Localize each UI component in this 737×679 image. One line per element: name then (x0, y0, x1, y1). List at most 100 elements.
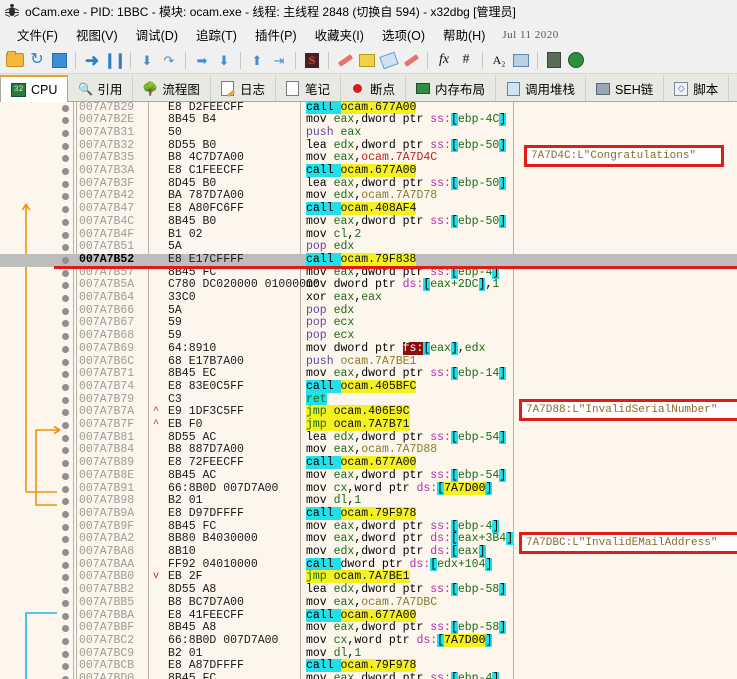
execute-till-return-icon[interactable]: ⬆ (247, 50, 267, 70)
menu-help[interactable]: 帮助(H) (434, 23, 494, 46)
tab-call-stack[interactable]: 调用堆栈 (496, 76, 587, 101)
breakpoints-icon[interactable] (379, 50, 399, 70)
breakpoint-toggle-icon[interactable] (62, 510, 69, 518)
breakpoint-toggle-icon[interactable] (62, 625, 69, 633)
breakpoint-toggle-icon[interactable] (62, 536, 69, 544)
scylla-icon[interactable]: S (302, 50, 322, 70)
breakpoint-toggle-icon[interactable] (62, 460, 69, 468)
trace-into-icon[interactable]: ➡ (192, 50, 212, 70)
breakpoint-toggle-icon[interactable] (62, 193, 69, 201)
breakpoint-toggle-icon[interactable] (62, 434, 69, 442)
hash-icon[interactable]: # (456, 50, 476, 70)
memory-map-icon[interactable] (401, 50, 421, 70)
breakpoint-toggle-icon[interactable] (62, 383, 69, 391)
handles-icon[interactable] (511, 50, 531, 70)
references-icon[interactable]: A₂ (489, 50, 509, 70)
globe-icon[interactable] (566, 50, 586, 70)
breakpoint-toggle-icon[interactable] (62, 256, 69, 264)
restart-icon[interactable]: ↻ (27, 50, 47, 70)
menu-debug[interactable]: 调试(D) (127, 23, 187, 46)
breakpoint-toggle-icon[interactable] (62, 396, 69, 404)
tab-breakpoints[interactable]: 断点 (341, 76, 406, 101)
step-over-icon[interactable]: ↷ (159, 50, 179, 70)
breakpoint-toggle-icon[interactable] (62, 142, 69, 150)
functions-icon[interactable]: fx (434, 50, 454, 70)
breakpoint-toggle-icon[interactable] (62, 269, 69, 277)
log-icon[interactable] (335, 50, 355, 70)
breakpoint-toggle-icon[interactable] (62, 498, 69, 506)
disassembly-row[interactable]: 007A7B51 5A pop edx (0, 240, 737, 254)
calculator-icon[interactable] (544, 50, 564, 70)
breakpoint-toggle-icon[interactable] (62, 574, 69, 582)
breakpoint-toggle-icon[interactable] (62, 663, 69, 671)
breakpoint-toggle-icon[interactable] (62, 345, 69, 353)
menu-favourites[interactable]: 收藏夹(I) (306, 23, 373, 46)
search-icon: 🔍 (77, 81, 93, 96)
breakpoint-toggle-icon[interactable] (62, 523, 69, 531)
notes-icon[interactable] (357, 50, 377, 70)
trace-over-icon[interactable]: ⬇ (214, 50, 234, 70)
breakpoint-toggle-icon[interactable] (62, 206, 69, 214)
breakpoint-toggle-icon[interactable] (62, 320, 69, 328)
breakpoint-toggle-icon[interactable] (62, 155, 69, 163)
disassembly-row[interactable]: 007A7B2E 8B45 B4 mov eax,dword ptr ss:[ebp… (0, 113, 737, 127)
menu-plugins[interactable]: 插件(P) (246, 23, 306, 46)
breakpoint-toggle-icon[interactable] (62, 307, 69, 315)
tab-cpu[interactable]: 32 CPU (0, 75, 69, 102)
disassembly-row[interactable]: 007A7B4C 8B45 B0 mov eax,dword ptr ss:[ebp… (0, 214, 737, 229)
breakpoint-toggle-icon[interactable] (62, 180, 69, 188)
instruction-bytes: E8 C1FEECFF (168, 164, 244, 177)
breakpoint-toggle-icon[interactable] (62, 129, 69, 137)
open-icon[interactable] (5, 50, 25, 70)
tab-script[interactable]: ◇ 脚本 (664, 76, 730, 101)
breakpoint-toggle-icon[interactable] (62, 447, 69, 455)
disassembly-row[interactable]: 007A7B71 8B45 EC mov eax,dword ptr ss:[ebp… (0, 367, 737, 381)
breakpoint-toggle-icon[interactable] (62, 117, 69, 125)
breakpoint-toggle-icon[interactable] (62, 612, 69, 620)
menu-options[interactable]: 选项(O) (373, 23, 434, 46)
menu-trace[interactable]: 追踪(T) (187, 23, 246, 46)
breakpoint-toggle-icon[interactable] (62, 409, 69, 417)
disassembly-row[interactable]: 007A7BB5 B8 BC7D7A00 mov eax,ocam.7A7DBC (0, 595, 737, 610)
breakpoint-toggle-icon[interactable] (62, 422, 69, 429)
breakpoint-toggle-icon[interactable] (62, 168, 69, 175)
breakpoint-toggle-icon[interactable] (62, 282, 69, 290)
pause-icon[interactable]: ❙❙ (103, 50, 126, 70)
disassembly-view[interactable]: 007A7B29 E8 D2FEECFF call ocam.677A00 007A7… (0, 102, 737, 679)
breakpoint-toggle-icon[interactable] (62, 333, 69, 341)
tab-notes[interactable]: 笔记 (276, 76, 341, 101)
instruction-address: 007A7BB5 (79, 595, 135, 609)
menu-view[interactable]: 视图(V) (67, 23, 127, 46)
step-into-icon[interactable]: ⬇ (137, 50, 157, 70)
tab-memory-map[interactable]: 内存布局 (406, 76, 496, 101)
breakpoint-toggle-icon[interactable] (62, 587, 69, 595)
breakpoint-toggle-icon[interactable] (62, 231, 69, 239)
breakpoint-toggle-icon[interactable] (62, 295, 69, 302)
menu-file[interactable]: 文件(F) (8, 23, 67, 46)
disassembly-row[interactable]: 007A7B74 E8 83E0C5FF call ocam.405BFC (0, 379, 737, 394)
tab-references[interactable]: 🔍 引用 (68, 76, 134, 101)
breakpoint-toggle-icon[interactable] (62, 561, 69, 569)
run-icon[interactable]: ➜ (82, 50, 102, 70)
run-to-user-code-icon[interactable]: ⇥ (269, 50, 289, 70)
tab-graph[interactable]: 🌳 流程图 (133, 76, 211, 101)
memory-icon (415, 82, 430, 96)
disassembly-row[interactable]: 007A7B64 33C0 xor eax,eax (0, 291, 737, 305)
breakpoint-toggle-icon[interactable] (62, 244, 69, 252)
breakpoint-toggle-icon[interactable] (62, 218, 69, 226)
disassembly-row[interactable]: 007A7BC2 66:8B0D 007D7A00 mov cx,word ptr … (0, 633, 737, 648)
breakpoint-toggle-icon[interactable] (62, 104, 69, 112)
breakpoint-toggle-icon[interactable] (62, 472, 69, 480)
close-icon[interactable] (49, 50, 69, 70)
breakpoint-toggle-icon[interactable] (62, 358, 69, 366)
breakpoint-toggle-icon[interactable] (62, 549, 69, 556)
tab-seh[interactable]: SEH链 (586, 76, 665, 101)
breakpoint-toggle-icon[interactable] (62, 599, 69, 607)
breakpoint-toggle-icon[interactable] (62, 650, 69, 658)
breakpoint-toggle-icon[interactable] (62, 485, 69, 493)
breakpoint-toggle-icon[interactable] (62, 637, 69, 645)
tab-log[interactable]: 日志 (211, 76, 276, 101)
disassembly-row[interactable]: 007A7BD0 8B45 FC mov eax,dword ptr ss:[ebp… (0, 672, 737, 679)
disassembly-row[interactable]: 007A7B98 B2 01 mov dl,1 (0, 494, 737, 508)
breakpoint-toggle-icon[interactable] (62, 371, 69, 379)
